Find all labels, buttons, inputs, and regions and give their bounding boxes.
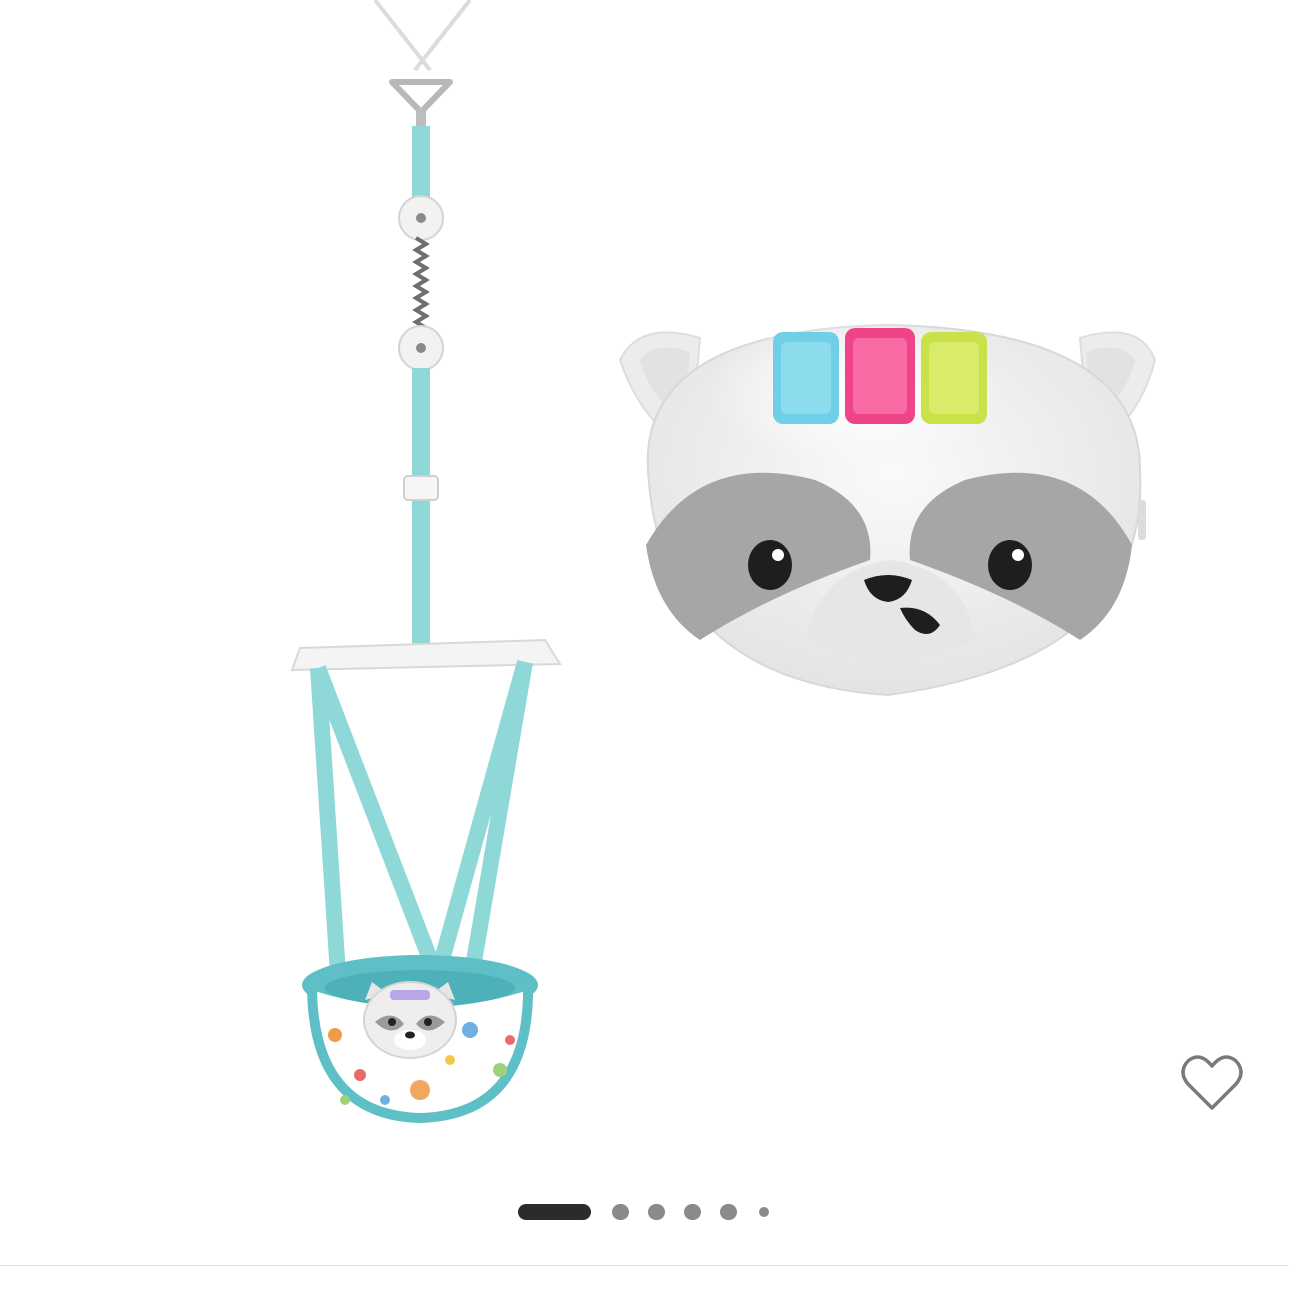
- pagination-dot-active[interactable]: [518, 1204, 591, 1220]
- raccoon-toy-illustration: [618, 315, 1157, 697]
- heart-outline-icon: [1181, 1055, 1243, 1110]
- pagination-dot-small[interactable]: [759, 1207, 769, 1217]
- door-jumper-illustration: [290, 0, 562, 1124]
- product-image-gallery[interactable]: [0, 0, 1289, 1265]
- pagination-dot[interactable]: [720, 1204, 737, 1220]
- pagination-dot[interactable]: [684, 1204, 701, 1220]
- pagination-dot[interactable]: [648, 1204, 665, 1220]
- image-pagination: [0, 1200, 1289, 1224]
- product-image: [290, 0, 1157, 1124]
- bottom-divider: [0, 1265, 1289, 1266]
- pagination-dot[interactable]: [612, 1204, 629, 1220]
- favorite-button[interactable]: [1176, 1046, 1248, 1118]
